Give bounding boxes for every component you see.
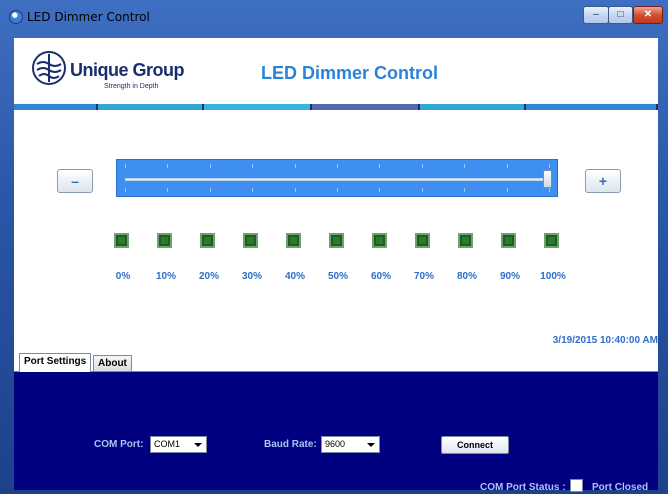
slider-tick <box>506 164 508 168</box>
led-indicator <box>286 233 301 248</box>
slider-tick <box>379 188 381 192</box>
baud-rate-label: Baud Rate: <box>264 439 317 450</box>
stripe-segment <box>204 104 312 110</box>
led-level-label: 100% <box>540 271 566 282</box>
dimmer-slider[interactable] <box>116 159 558 197</box>
minimize-button[interactable]: – <box>583 6 609 24</box>
tab-strip: Port Settings About <box>14 350 658 372</box>
stripe-segment <box>526 104 658 110</box>
slider-tick <box>252 188 254 192</box>
connect-button[interactable]: Connect <box>441 436 509 454</box>
slider-tick <box>464 164 466 168</box>
slider-tick <box>167 164 169 168</box>
client-area: Unique Group Strength in Depth LED Dimme… <box>14 38 658 493</box>
slider-tick <box>464 188 466 192</box>
company-logo-icon <box>32 51 66 85</box>
com-port-status-label: COM Port Status : <box>480 482 566 493</box>
led-level-label: 30% <box>241 271 263 282</box>
decrease-button[interactable]: – <box>57 169 93 193</box>
tab-port-settings[interactable]: Port Settings <box>19 353 92 372</box>
chevron-down-icon <box>194 443 202 447</box>
stripe-segment <box>14 104 98 110</box>
com-port-value: COM1 <box>154 439 181 449</box>
company-name: Unique Group <box>70 60 185 80</box>
stripe-segment <box>98 104 204 110</box>
led-level-label: 0% <box>115 271 131 282</box>
page-title: LED Dimmer Control <box>261 63 439 83</box>
led-level-label: 70% <box>413 271 435 282</box>
increase-button[interactable]: + <box>585 169 621 193</box>
stripe-segment <box>312 104 420 110</box>
slider-tick <box>294 164 296 168</box>
led-indicator <box>544 233 559 248</box>
led-indicator-row <box>14 233 658 253</box>
port-status-checkbox[interactable] <box>570 479 583 492</box>
com-port-label: COM Port: <box>94 439 144 450</box>
led-indicator <box>415 233 430 248</box>
tab-about[interactable]: About <box>93 355 132 372</box>
close-button[interactable]: ✕ <box>633 6 663 24</box>
com-port-select[interactable]: COM1 <box>150 436 207 453</box>
slider-tick <box>421 188 423 192</box>
datetime-display: 3/19/2015 10:40:00 AM <box>552 335 658 346</box>
slider-tick <box>167 188 169 192</box>
slider-tick <box>506 188 508 192</box>
slider-track <box>125 178 549 181</box>
baud-rate-value: 9600 <box>325 439 346 449</box>
window-title: LED Dimmer Control <box>27 10 150 24</box>
slider-tick <box>209 164 211 168</box>
led-level-label: 20% <box>198 271 220 282</box>
slider-tick <box>252 164 254 168</box>
led-level-label: 60% <box>370 271 392 282</box>
slider-tick <box>294 188 296 192</box>
slider-tick <box>337 188 338 192</box>
slider-thumb[interactable] <box>543 170 552 188</box>
slider-tick <box>549 188 550 192</box>
title-bar[interactable]: LED Dimmer Control – □ ✕ <box>0 0 668 38</box>
led-indicator <box>243 233 258 248</box>
settings-tabs: Port Settings About COM Port: COM1 Baud … <box>14 350 658 493</box>
led-level-label: 90% <box>499 271 521 282</box>
led-indicator <box>200 233 215 248</box>
led-indicator <box>329 233 344 248</box>
led-indicator <box>114 233 129 248</box>
led-indicator <box>372 233 387 248</box>
led-level-label: 50% <box>327 271 349 282</box>
company-tagline: Strength in Depth <box>104 83 159 90</box>
slider-tick <box>379 164 381 168</box>
chevron-down-icon <box>367 443 375 447</box>
slider-tick <box>209 188 211 192</box>
led-level-label: 10% <box>155 271 177 282</box>
led-indicator <box>501 233 516 248</box>
baud-rate-select[interactable]: 9600 <box>321 436 380 453</box>
led-indicator <box>157 233 172 248</box>
led-level-label: 80% <box>456 271 478 282</box>
app-header: Unique Group Strength in Depth LED Dimme… <box>14 38 658 104</box>
maximize-button[interactable]: □ <box>608 6 633 24</box>
stripe-segment <box>420 104 526 110</box>
slider-tick <box>125 188 126 192</box>
slider-tick <box>421 164 423 168</box>
slider-tick <box>337 164 338 168</box>
led-level-label: 40% <box>284 271 306 282</box>
led-indicator <box>458 233 473 248</box>
window-frame: LED Dimmer Control – □ ✕ Unique Group St… <box>0 0 668 494</box>
port-settings-panel: COM Port: COM1 Baud Rate: 9600 Connect C… <box>14 371 658 493</box>
slider-tick <box>125 164 126 168</box>
port-status-text: Port Closed <box>592 482 649 493</box>
header-color-stripe <box>14 104 658 110</box>
slider-tick <box>549 164 550 168</box>
app-icon <box>9 10 23 24</box>
